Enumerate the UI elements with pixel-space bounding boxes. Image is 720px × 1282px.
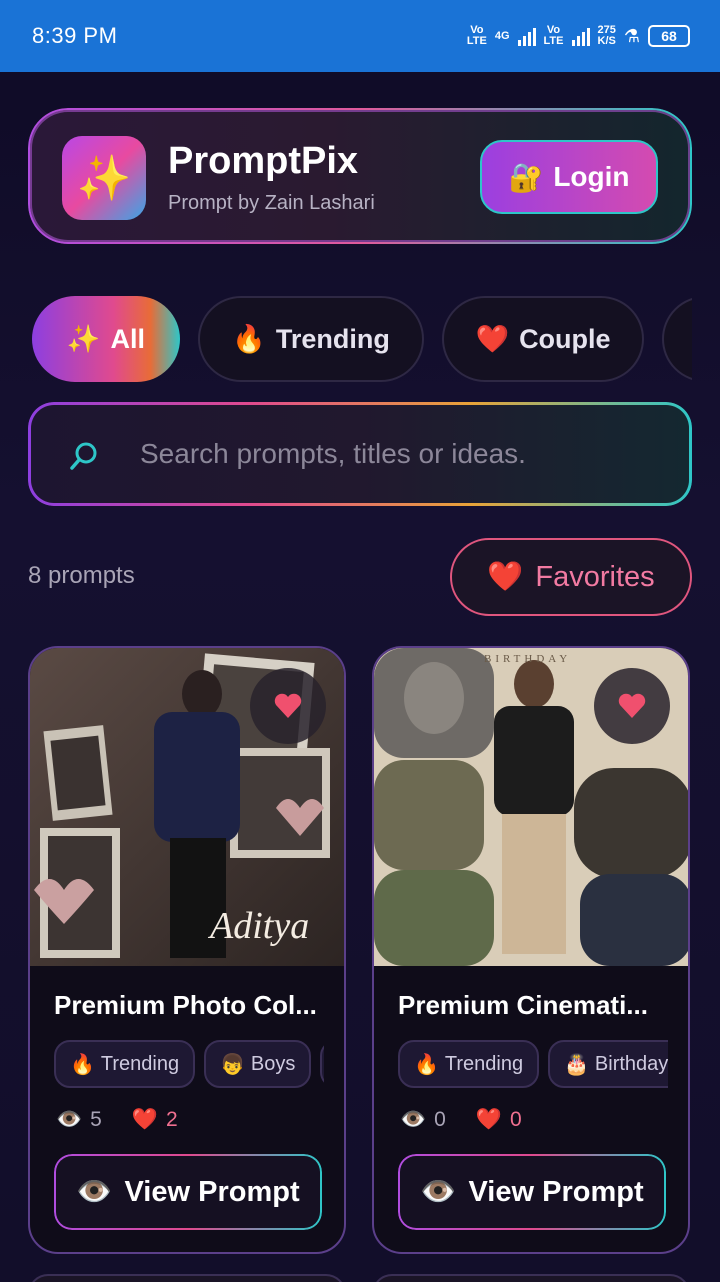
- image-caption: Aditya: [207, 905, 309, 947]
- network-type: 4G: [494, 29, 510, 42]
- favorite-toggle[interactable]: [250, 668, 326, 744]
- cake-icon: 🎂: [564, 1053, 589, 1076]
- prompt-card-partial[interactable]: [28, 1274, 346, 1282]
- eye-icon: 👁️: [76, 1176, 113, 1208]
- view-prompt-button[interactable]: 👁️ View Prompt: [398, 1154, 666, 1230]
- card-title: Premium Photo Col...: [54, 990, 317, 1020]
- battery-icon: 68: [648, 25, 690, 47]
- image-caption: BIRTHDAY: [484, 653, 571, 665]
- login-label: Login: [553, 161, 630, 192]
- heart-icon: ❤️: [475, 324, 510, 354]
- sparkles-icon: ✨: [66, 324, 101, 354]
- category-all[interactable]: ✨ All: [32, 296, 180, 382]
- likes-value: 0: [510, 1108, 522, 1131]
- view-prompt-label: View Prompt: [468, 1175, 644, 1208]
- lock-key-icon: 🔐: [508, 161, 544, 193]
- tag-birthday[interactable]: 🎂 Birthday: [548, 1040, 668, 1088]
- heart-icon: ❤️: [475, 1108, 502, 1131]
- app-title: PromptPix: [168, 140, 359, 182]
- fire-icon: 🔥: [414, 1053, 439, 1076]
- view-prompt-button[interactable]: 👁️ View Prompt: [54, 1154, 322, 1230]
- prompt-card-partial[interactable]: [372, 1274, 690, 1282]
- status-time: 8:39 PM: [32, 23, 118, 48]
- view-prompt-label: View Prompt: [124, 1175, 300, 1208]
- volte-indicator: Vo LTE: [466, 24, 487, 47]
- eye-icon: 👁️: [400, 1108, 427, 1131]
- fire-icon: 🔥: [70, 1053, 95, 1076]
- tag-label: Boys: [250, 1052, 296, 1075]
- status-icons: Vo LTE 4G Vo LTE 275 K/S ⚗ 68: [467, 25, 690, 47]
- heart-icon: ❤️: [131, 1108, 158, 1131]
- category-label: All: [110, 323, 146, 354]
- app-header: ✨ PromptPix Prompt by Zain Lashari 🔐 Log…: [28, 108, 692, 244]
- favorite-toggle[interactable]: [594, 668, 670, 744]
- tag-trending[interactable]: 🔥 Trending: [54, 1040, 196, 1088]
- favorites-button[interactable]: ❤️ Favorites: [450, 538, 692, 616]
- status-bar: 8:39 PM Vo LTE 4G Vo LTE 275 K/S ⚗ 68: [0, 0, 720, 72]
- search-icon: [70, 442, 97, 470]
- eye-icon: 👁️: [56, 1108, 83, 1131]
- views-value: 5: [90, 1108, 102, 1131]
- heart-icon: ❤️: [487, 561, 524, 593]
- card-stats: 👁️ 5 ❤️ 2: [56, 1108, 178, 1132]
- card-title: Premium Cinemati...: [398, 990, 648, 1020]
- category-couple[interactable]: ❤️ Couple: [442, 296, 644, 382]
- prompt-card[interactable]: BIRTHDAY Premium Cinemati... 🔥 Trending …: [372, 646, 690, 1254]
- likes-value: 2: [166, 1108, 178, 1131]
- like-count: ❤️ 2: [132, 1108, 178, 1132]
- views-value: 0: [434, 1108, 446, 1131]
- category-label: Trending: [275, 323, 390, 354]
- heart-icon: [274, 693, 302, 718]
- view-count: 👁️ 5: [56, 1108, 102, 1132]
- category-trending[interactable]: 🔥 Trending: [198, 296, 424, 382]
- prompt-thumbnail[interactable]: Aditya: [30, 648, 344, 966]
- prompt-thumbnail[interactable]: BIRTHDAY: [374, 648, 688, 966]
- prompt-count: 8 prompts: [28, 562, 135, 589]
- tag-list: 🔥 Trending 🎂 Birthday: [398, 1040, 668, 1090]
- sparkles-icon: ✨: [62, 136, 146, 220]
- flask-icon: ⚗: [623, 25, 640, 46]
- signal-icon-2: [571, 26, 590, 46]
- category-filter: ✨ All 🔥 Trending ❤️ Couple: [32, 296, 692, 382]
- tag-trending[interactable]: 🔥 Trending: [398, 1040, 540, 1088]
- tag-more[interactable]: [320, 1040, 324, 1088]
- prompt-card[interactable]: Aditya Premium Photo Col... 🔥 Trending 👦…: [28, 646, 346, 1254]
- tag-label: Birthday: [594, 1052, 668, 1075]
- network-speed: 275 K/S: [598, 25, 616, 47]
- speed-unit: K/S: [597, 35, 616, 47]
- view-count: 👁️ 0: [400, 1108, 446, 1132]
- favorites-label: Favorites: [535, 560, 655, 593]
- like-count: ❤️ 0: [476, 1108, 522, 1132]
- search-input[interactable]: [140, 432, 660, 476]
- search-bar: [28, 402, 692, 506]
- signal-icon: [517, 26, 536, 46]
- tag-list: 🔥 Trending 👦 Boys: [54, 1040, 324, 1090]
- boy-icon: 👦: [220, 1053, 245, 1076]
- category-more[interactable]: [662, 296, 692, 382]
- app-subtitle: Prompt by Zain Lashari: [168, 192, 375, 214]
- tag-boys[interactable]: 👦 Boys: [204, 1040, 312, 1088]
- heart-icon: [618, 693, 646, 718]
- card-stats: 👁️ 0 ❤️ 0: [400, 1108, 522, 1132]
- login-button[interactable]: 🔐 Login: [480, 140, 658, 214]
- tag-label: Trending: [100, 1052, 180, 1075]
- fire-icon: 🔥: [232, 324, 266, 354]
- eye-icon: 👁️: [420, 1176, 457, 1208]
- category-label: Couple: [519, 323, 611, 354]
- tag-label: Trending: [444, 1052, 524, 1075]
- volte-indicator-2: Vo LTE: [543, 24, 564, 47]
